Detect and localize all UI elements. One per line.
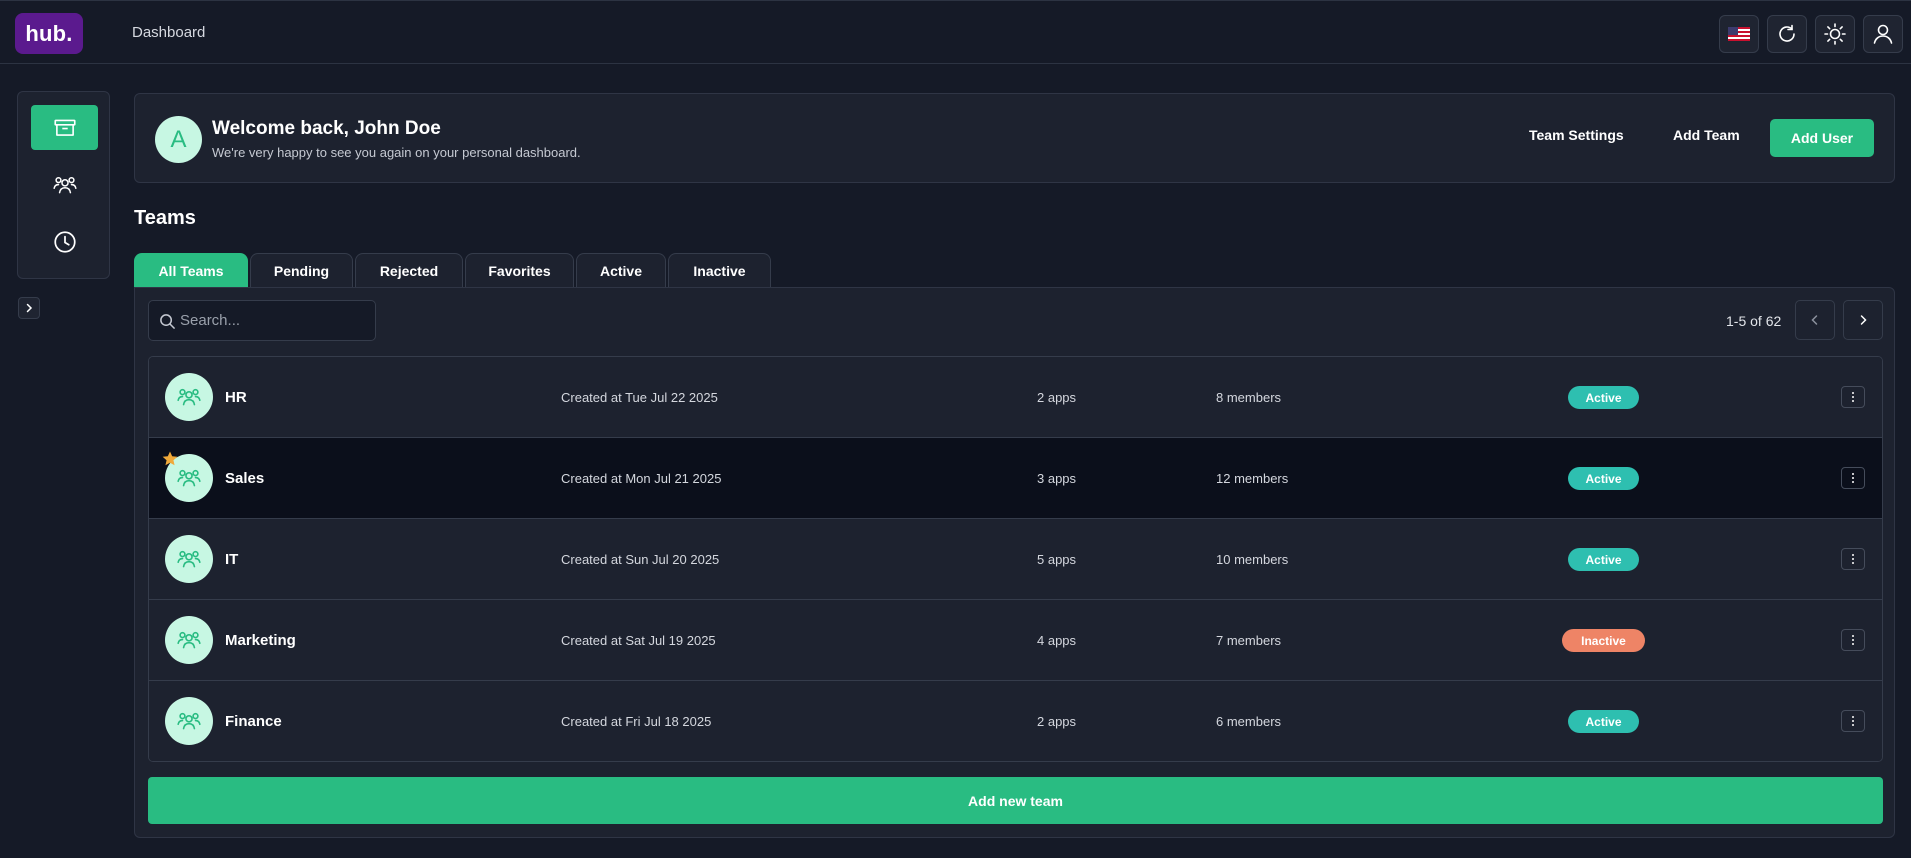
status-badge: Active: [1568, 386, 1639, 409]
archive-box-icon: [53, 119, 76, 136]
welcome-subtitle: We're very happy to see you again on you…: [212, 145, 581, 160]
chevron-right-icon: [26, 303, 33, 313]
list-item[interactable]: Finance Created at Fri Jul 18 2025 2 app…: [149, 681, 1882, 761]
team-apps-count: 2 apps: [1037, 390, 1077, 405]
sidebar-item-teams[interactable]: [31, 162, 98, 207]
sun-icon: [1824, 23, 1846, 45]
team-apps-count: 4 apps: [1037, 633, 1077, 648]
refresh-button[interactable]: [1767, 15, 1807, 53]
previous-page-button[interactable]: [1795, 300, 1835, 340]
more-vertical-icon: [1852, 554, 1854, 564]
row-menu-button[interactable]: [1841, 386, 1865, 408]
language-flag-us-icon: [1728, 27, 1750, 41]
users-group-icon: [177, 712, 201, 730]
users-group-icon: [177, 631, 201, 649]
status-badge: Active: [1568, 467, 1639, 490]
refresh-icon: [1779, 24, 1795, 42]
list-item[interactable]: Sales Created at Mon Jul 21 2025 3 apps …: [149, 438, 1882, 519]
favorite-star-icon[interactable]: [161, 450, 179, 468]
users-group-icon: [52, 176, 77, 193]
more-vertical-icon: [1852, 392, 1854, 402]
search-icon: [160, 314, 175, 329]
more-vertical-icon: [1852, 635, 1854, 645]
tab-all-teams[interactable]: All Teams: [134, 253, 248, 287]
tab-favorites[interactable]: Favorites: [465, 253, 574, 287]
team-members-count: 7 members: [1216, 633, 1282, 648]
users-group-icon: [177, 469, 201, 487]
add-new-team-button[interactable]: Add new team: [148, 777, 1883, 824]
team-name: Sales: [225, 470, 265, 487]
team-apps-count: 3 apps: [1037, 471, 1077, 486]
list-item[interactable]: Marketing Created at Sat Jul 19 2025 4 a…: [149, 600, 1882, 681]
welcome-title: Welcome back, John Doe: [212, 118, 441, 139]
team-created-date: Created at Sun Jul 20 2025: [561, 552, 720, 567]
tab-rejected[interactable]: Rejected: [355, 253, 463, 287]
theme-toggle-button[interactable]: [1815, 15, 1855, 53]
team-avatar: [165, 616, 213, 664]
profile-button[interactable]: [1863, 15, 1903, 53]
language-button[interactable]: [1719, 15, 1759, 53]
users-group-icon: [177, 550, 201, 568]
logo[interactable]: hub.: [15, 13, 83, 54]
status-badge: Active: [1568, 548, 1639, 571]
search-box: [148, 300, 376, 341]
sidebar-item-history[interactable]: [31, 219, 98, 264]
team-created-date: Created at Sat Jul 19 2025: [561, 633, 716, 648]
sidebar: [17, 91, 110, 279]
team-members-count: 6 members: [1216, 714, 1282, 729]
team-members-count: 12 members: [1216, 471, 1289, 486]
team-avatar: [165, 373, 213, 421]
team-apps-count: 2 apps: [1037, 714, 1077, 729]
user-icon: [1873, 24, 1893, 44]
more-vertical-icon: [1852, 473, 1854, 483]
team-avatar: [165, 697, 213, 745]
list-item[interactable]: HR Created at Tue Jul 22 2025 2 apps 8 m…: [149, 357, 1882, 438]
row-menu-button[interactable]: [1841, 467, 1865, 489]
team-created-date: Created at Fri Jul 18 2025: [561, 714, 712, 729]
sidebar-expand-button[interactable]: [18, 297, 40, 319]
row-menu-button[interactable]: [1841, 710, 1865, 732]
team-name: HR: [225, 389, 247, 406]
team-settings-button[interactable]: Team Settings: [1529, 127, 1624, 143]
team-created-date: Created at Mon Jul 21 2025: [561, 471, 722, 486]
tab-active[interactable]: Active: [576, 253, 666, 287]
teams-list: HR Created at Tue Jul 22 2025 2 apps 8 m…: [148, 356, 1883, 762]
pagination-text: 1-5 of 62: [1726, 313, 1782, 329]
users-group-icon: [177, 388, 201, 406]
team-name: Finance: [225, 713, 282, 730]
tab-inactive[interactable]: Inactive: [668, 253, 771, 287]
nav-dashboard-link[interactable]: Dashboard: [132, 24, 205, 41]
search-input[interactable]: [180, 301, 370, 340]
welcome-card: A Welcome back, John Doe We're very happ…: [134, 93, 1895, 183]
team-apps-count: 5 apps: [1037, 552, 1077, 567]
more-vertical-icon: [1852, 716, 1854, 726]
team-members-count: 10 members: [1216, 552, 1289, 567]
tab-pending[interactable]: Pending: [250, 253, 353, 287]
row-menu-button[interactable]: [1841, 629, 1865, 651]
team-name: Marketing: [225, 632, 296, 649]
chevron-right-icon: [1860, 315, 1867, 325]
sidebar-item-archive[interactable]: [31, 105, 98, 150]
avatar[interactable]: A: [155, 116, 202, 163]
team-created-date: Created at Tue Jul 22 2025: [561, 390, 718, 405]
top-bar: hub. Dashboard: [0, 0, 1911, 64]
row-menu-button[interactable]: [1841, 548, 1865, 570]
clock-icon: [53, 230, 76, 253]
section-title: Teams: [134, 207, 196, 229]
add-team-button[interactable]: Add Team: [1673, 127, 1740, 143]
status-badge: Active: [1568, 710, 1639, 733]
chevron-left-icon: [1811, 315, 1818, 325]
team-name: IT: [225, 551, 239, 568]
next-page-button[interactable]: [1843, 300, 1883, 340]
teams-panel: 1-5 of 62 HR Created at Tue Jul 22 2025 …: [134, 287, 1895, 838]
status-badge: Inactive: [1562, 629, 1645, 652]
list-item[interactable]: IT Created at Sun Jul 20 2025 5 apps 10 …: [149, 519, 1882, 600]
add-user-button[interactable]: Add User: [1770, 119, 1874, 157]
team-members-count: 8 members: [1216, 390, 1282, 405]
team-avatar: [165, 535, 213, 583]
